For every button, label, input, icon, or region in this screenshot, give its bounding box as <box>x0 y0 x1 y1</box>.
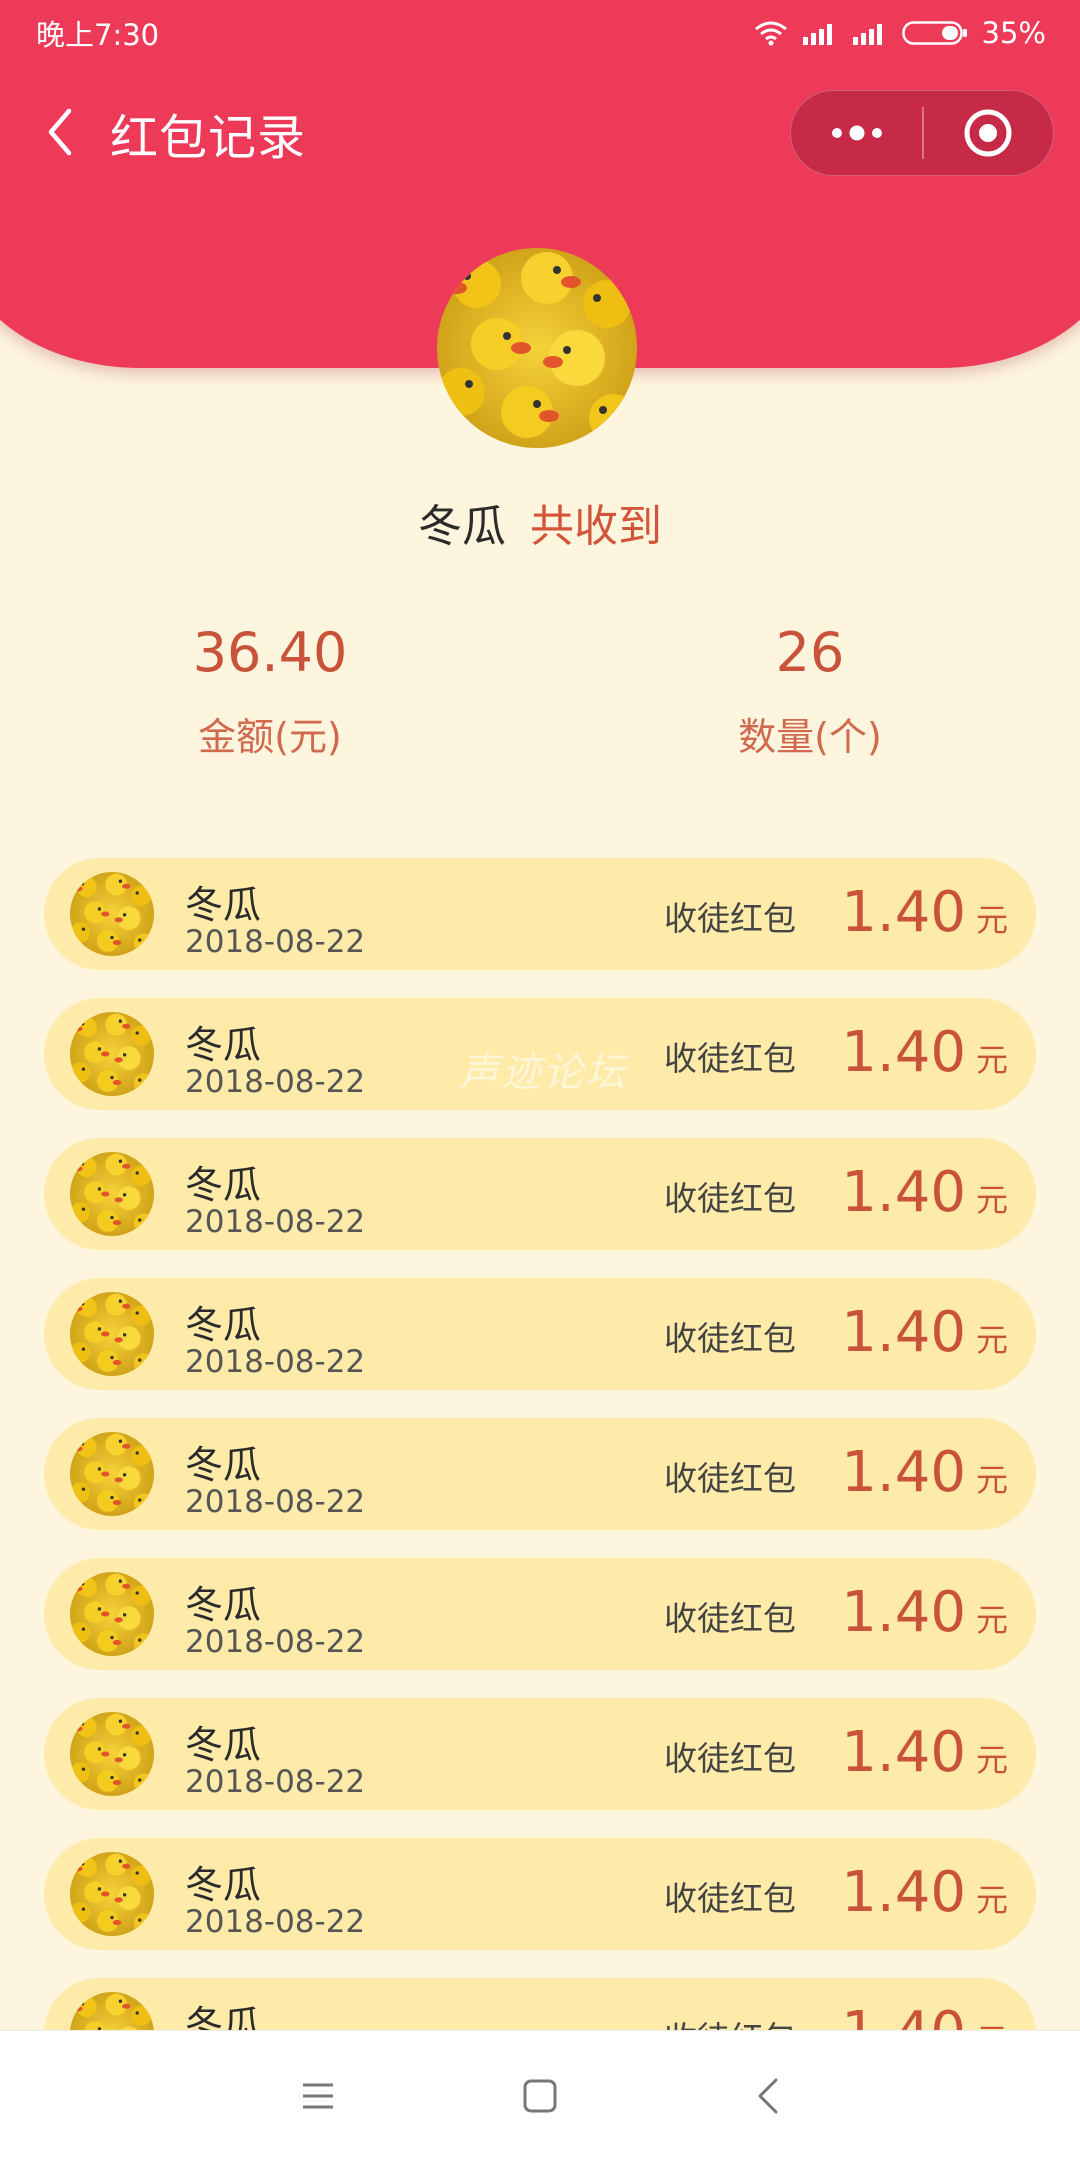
record-avatar <box>70 872 154 956</box>
record-value: 1.40 <box>841 880 966 945</box>
count-value: 26 <box>775 621 845 684</box>
home-button[interactable] <box>500 2061 580 2131</box>
record-type: 收徒红包 <box>664 1739 796 1778</box>
back-button[interactable] <box>30 102 90 162</box>
record-date: 2018-08-22 <box>185 1624 366 1660</box>
record-unit: 元 <box>975 1321 1008 1359</box>
status-icons: 35% <box>754 16 1046 50</box>
close-button[interactable] <box>924 90 1053 176</box>
record-item[interactable]: 冬瓜 2018-08-22 收徒红包 1.40元 <box>44 1278 1036 1390</box>
record-value: 1.40 <box>841 1160 966 1225</box>
battery-percent: 35% <box>981 16 1046 50</box>
battery-icon <box>901 20 968 46</box>
record-date: 2018-08-22 <box>185 1204 366 1240</box>
wifi-icon <box>754 20 788 46</box>
more-button[interactable] <box>791 90 922 176</box>
record-value: 1.40 <box>841 1440 966 1505</box>
record-amount: 1.40元 <box>841 1720 1008 1785</box>
record-name: 冬瓜 <box>185 1303 262 1347</box>
record-unit: 元 <box>975 1461 1008 1499</box>
summary-suffix: 共收到 <box>530 501 662 552</box>
record-value: 1.40 <box>841 1720 966 1785</box>
record-date: 2018-08-22 <box>185 924 366 960</box>
capsule-menu <box>790 90 1054 176</box>
record-item[interactable]: 冬瓜 2018-08-22 收徒红包 1.40元 <box>44 1838 1036 1950</box>
record-type: 收徒红包 <box>664 1319 796 1358</box>
amount-label: 金额(元) <box>198 715 342 759</box>
record-value: 1.40 <box>841 1860 966 1925</box>
screen: 晚上7:30 35% 红包记录 冬瓜 共收到 36.40 金额(元) 26 数量… <box>0 0 1080 2160</box>
record-avatar <box>70 1712 154 1796</box>
record-value: 1.40 <box>841 1580 966 1645</box>
record-name: 冬瓜 <box>185 1583 262 1627</box>
record-name: 冬瓜 <box>185 1863 262 1907</box>
record-item[interactable]: 冬瓜 2018-08-22 收徒红包 1.40元 <box>44 1698 1036 1810</box>
record-date: 2018-08-22 <box>185 1344 366 1380</box>
status-time: 晚上7:30 <box>36 18 160 52</box>
record-unit: 元 <box>975 1741 1008 1779</box>
record-amount: 1.40元 <box>841 1300 1008 1365</box>
record-unit: 元 <box>975 1181 1008 1219</box>
nav-back-icon <box>758 2078 778 2114</box>
signal-icon <box>852 21 888 45</box>
record-item[interactable]: 冬瓜 2018-08-22 收徒红包 1.40元 <box>44 858 1036 970</box>
home-icon <box>523 2079 557 2113</box>
record-date: 2018-08-22 <box>185 1904 366 1940</box>
more-icon <box>831 125 882 141</box>
record-date: 2018-08-22 <box>185 1064 366 1100</box>
record-avatar <box>70 1572 154 1656</box>
record-amount: 1.40元 <box>841 1860 1008 1925</box>
stat-amount: 36.40 金额(元) <box>120 618 420 761</box>
record-type: 收徒红包 <box>664 1039 796 1078</box>
summary-name: 冬瓜 <box>418 501 506 552</box>
signal-icon <box>802 21 838 45</box>
back-icon <box>48 108 72 156</box>
record-unit: 元 <box>975 1601 1008 1639</box>
record-name: 冬瓜 <box>185 1443 262 1487</box>
avatar <box>437 248 637 448</box>
menu-button[interactable] <box>278 2061 358 2131</box>
close-target-icon <box>964 109 1012 157</box>
record-item[interactable]: 冬瓜 2018-08-22 收徒红包 1.40元 <box>44 1418 1036 1530</box>
summary-line: 冬瓜 共收到 <box>0 490 1080 554</box>
record-value: 1.40 <box>841 1300 966 1365</box>
record-amount: 1.40元 <box>841 880 1008 945</box>
record-type: 收徒红包 <box>664 899 796 938</box>
record-date: 2018-08-22 <box>185 1764 366 1800</box>
watermark: 声迹论坛 <box>459 1050 627 1096</box>
record-avatar <box>70 1152 154 1236</box>
record-type: 收徒红包 <box>664 1879 796 1918</box>
record-amount: 1.40元 <box>841 1020 1008 1085</box>
record-unit: 元 <box>975 1041 1008 1079</box>
record-type: 收徒红包 <box>664 1459 796 1498</box>
record-item[interactable]: 冬瓜 2018-08-22 收徒红包 1.40元 <box>44 1558 1036 1670</box>
record-name: 冬瓜 <box>185 883 262 927</box>
stat-count: 26 数量(个) <box>660 618 960 761</box>
record-avatar <box>70 1432 154 1516</box>
count-label: 数量(个) <box>738 715 882 759</box>
record-name: 冬瓜 <box>185 1163 262 1207</box>
record-avatar <box>70 1852 154 1936</box>
menu-icon <box>303 2083 333 2109</box>
nav-back-button[interactable] <box>728 2061 808 2131</box>
record-name: 冬瓜 <box>185 1023 262 1067</box>
page-title: 红包记录 <box>110 110 307 166</box>
record-date: 2018-08-22 <box>185 1484 366 1520</box>
record-type: 收徒红包 <box>664 1599 796 1638</box>
record-unit: 元 <box>975 901 1008 939</box>
status-bar: 晚上7:30 35% <box>0 0 1080 66</box>
record-value: 1.40 <box>841 1020 966 1085</box>
amount-value: 36.40 <box>192 621 348 684</box>
title-bar: 红包记录 <box>0 90 1080 176</box>
record-amount: 1.40元 <box>841 1440 1008 1505</box>
record-avatar <box>70 1012 154 1096</box>
record-amount: 1.40元 <box>841 1580 1008 1645</box>
record-amount: 1.40元 <box>841 1160 1008 1225</box>
record-item[interactable]: 冬瓜 2018-08-22 收徒红包 1.40元 <box>44 1138 1036 1250</box>
record-avatar <box>70 1292 154 1376</box>
system-nav-bar <box>0 2030 1080 2160</box>
record-name: 冬瓜 <box>185 1723 262 1767</box>
record-type: 收徒红包 <box>664 1179 796 1218</box>
record-unit: 元 <box>975 1881 1008 1919</box>
